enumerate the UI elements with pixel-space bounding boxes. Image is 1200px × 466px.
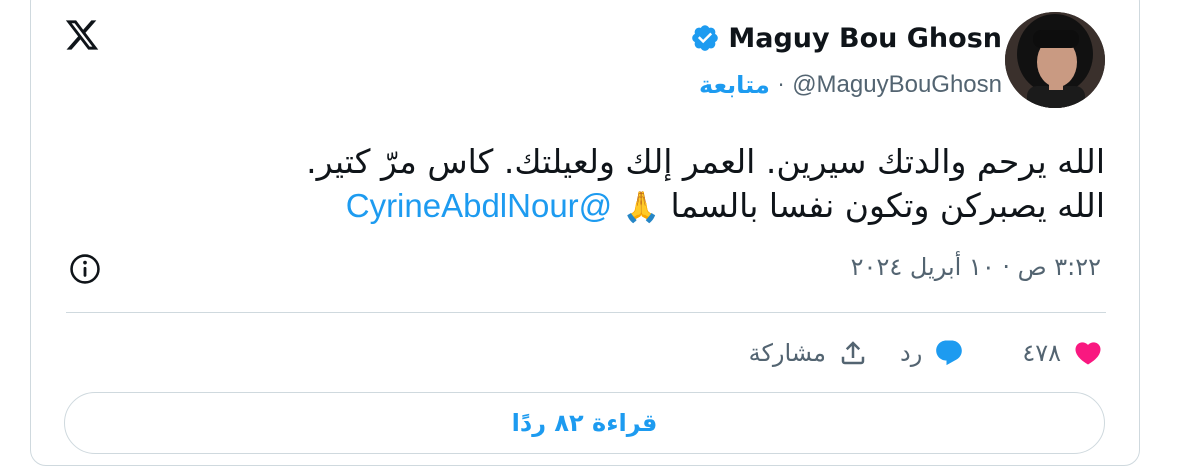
like-count: ٤٧٨ [1022, 339, 1061, 367]
x-logo-icon[interactable] [64, 17, 100, 53]
tweet-line-2-text: الله يصبركن وتكون نفسا بالسما [670, 186, 1105, 225]
tweet-text: الله يرحم والدتك سيرين. العمر إلك ولعيلت… [105, 140, 1105, 230]
user-handle[interactable]: @MaguyBouGhosn [792, 71, 1002, 99]
read-replies-button[interactable]: قراءة ٨٢ ردًا [64, 392, 1105, 454]
speech-bubble-icon [936, 340, 963, 366]
mention-link[interactable]: @CyrineAbdlNour [346, 187, 612, 224]
follow-link[interactable]: متابعة [699, 71, 770, 99]
tweet-timestamp[interactable]: ٣:٢٢ ص · ١٠ أبريل ٢٠٢٤ [851, 253, 1101, 281]
name-row: Maguy Bou Ghosn [690, 18, 1002, 58]
share-label: مشاركة [748, 339, 827, 367]
tweet-line-2: الله يصبركن وتكون نفسا بالسما 🙏 @CyrineA… [105, 184, 1105, 230]
tweet-header: Maguy Bou Ghosn متابعة · @MaguyBouGhosn [690, 18, 1002, 106]
separator-dot: · [777, 73, 785, 97]
verified-badge-icon [692, 25, 719, 51]
heart-icon [1075, 342, 1101, 365]
info-icon[interactable] [68, 252, 102, 286]
share-button[interactable]: مشاركة [749, 338, 868, 368]
tweet-actions: ٤٧٨ رد مشاركة [749, 328, 1103, 378]
reply-label: رد [900, 339, 923, 367]
avatar[interactable] [1005, 12, 1105, 108]
reply-button[interactable]: رد [900, 338, 964, 368]
read-replies-label: قراءة ٨٢ ردًا [511, 409, 658, 437]
like-button[interactable]: ٤٧٨ [1022, 338, 1103, 368]
tweet-line-1: الله يرحم والدتك سيرين. العمر إلك ولعيلت… [306, 142, 1105, 181]
handle-row: متابعة · @MaguyBouGhosn [690, 64, 1002, 106]
divider [66, 312, 1106, 313]
display-name[interactable]: Maguy Bou Ghosn [728, 23, 1002, 54]
share-upload-icon [841, 341, 865, 365]
praying-hands-emoji: 🙏 [622, 190, 661, 225]
